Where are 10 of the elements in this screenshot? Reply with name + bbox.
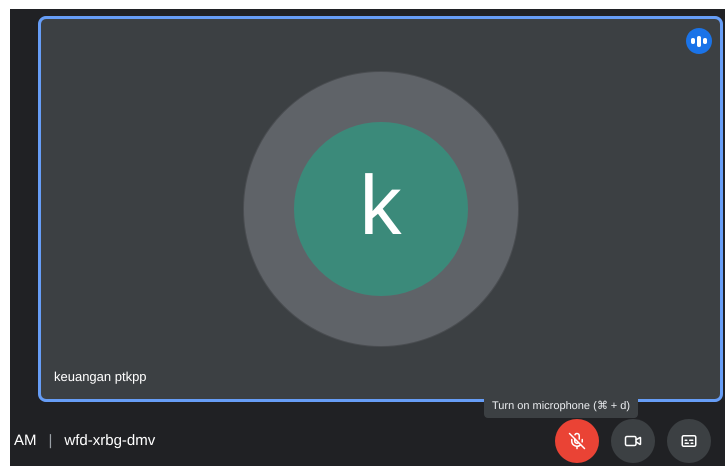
captions-button[interactable] [667, 419, 711, 463]
participant-name: keuangan ptkpp [54, 368, 147, 386]
camera-button[interactable] [611, 419, 655, 463]
captions-icon [680, 432, 698, 450]
avatar: k [294, 122, 468, 296]
meeting-time: AM [14, 430, 36, 451]
microphone-off-icon [568, 432, 586, 450]
meeting-code: wfd-xrbg-dmv [64, 430, 156, 451]
microphone-button[interactable] [555, 419, 599, 463]
separator: | [48, 430, 52, 451]
